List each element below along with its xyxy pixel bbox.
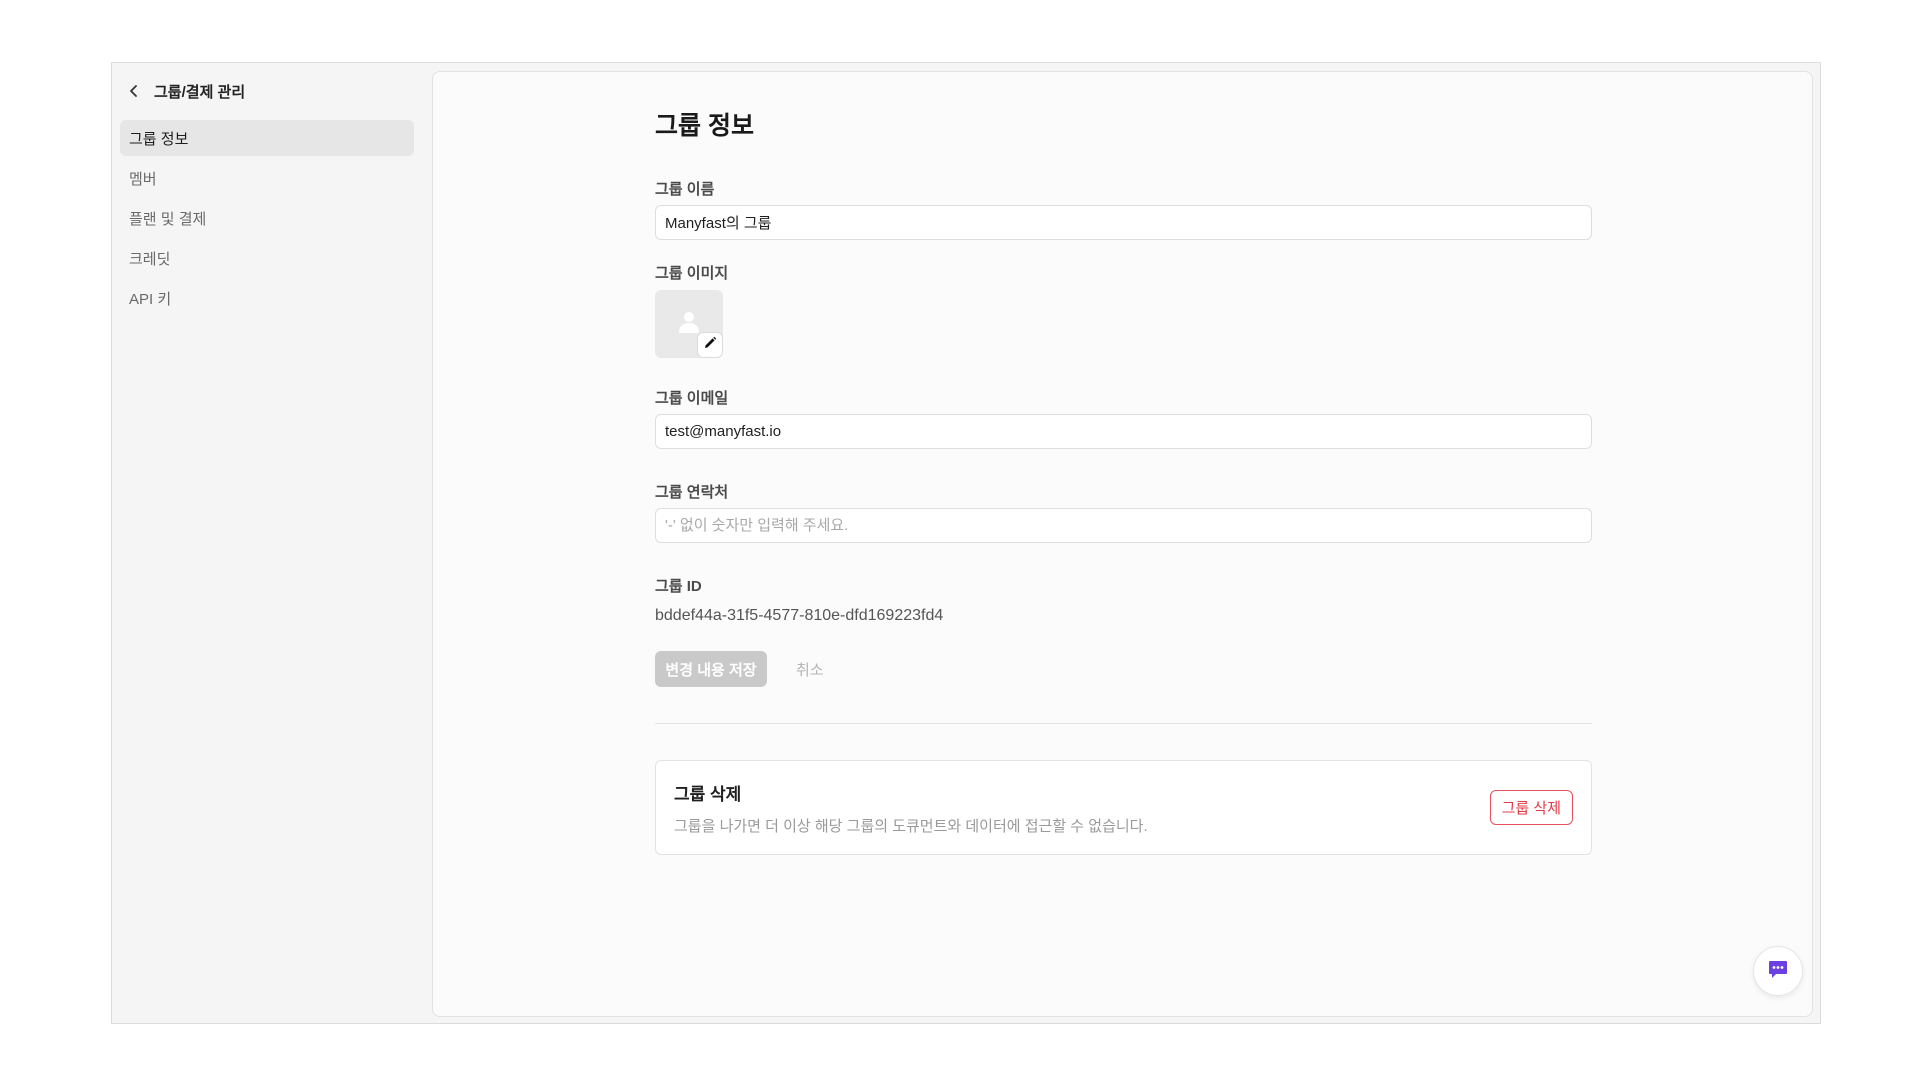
person-icon (678, 310, 700, 339)
pencil-icon (703, 336, 717, 355)
group-contact-input[interactable] (655, 508, 1592, 543)
chevron-left-icon[interactable] (122, 79, 146, 103)
section-divider (655, 723, 1592, 724)
group-email-input[interactable] (655, 414, 1592, 449)
sidebar-nav: 그룹 정보 멤버 플랜 및 결제 크레딧 API 키 (120, 120, 414, 320)
app-window: 그룹/결제 관리 그룹 정보 멤버 플랜 및 결제 크레딧 API 키 그룹 정… (111, 62, 1821, 1024)
main-panel: 그룹 정보 그룹 이름 그룹 이미지 (432, 71, 1813, 1017)
chat-bubble-icon (1767, 958, 1789, 985)
sidebar-item-plan-billing[interactable]: 플랜 및 결제 (120, 200, 414, 236)
group-email-label: 그룹 이메일 (655, 390, 729, 407)
group-id-value: bddef44a-31f5-4577-810e-dfd169223fd4 (655, 607, 944, 624)
page-title: 그룹 정보 (655, 112, 754, 140)
group-image-uploader (655, 290, 723, 358)
sidebar-item-api-key[interactable]: API 키 (120, 280, 414, 316)
cancel-button[interactable]: 취소 (790, 651, 830, 687)
save-changes-button[interactable]: 변경 내용 저장 (655, 651, 767, 687)
group-contact-label: 그룹 연락처 (655, 484, 729, 501)
group-name-input[interactable] (655, 205, 1592, 240)
group-name-label: 그룹 이름 (655, 181, 715, 198)
sidebar-item-members[interactable]: 멤버 (120, 160, 414, 196)
chat-widget-button[interactable] (1753, 946, 1803, 996)
back-to-settings-link[interactable]: 그룹/결제 관리 (122, 77, 245, 105)
sidebar: 그룹/결제 관리 그룹 정보 멤버 플랜 및 결제 크레딧 API 키 (112, 63, 432, 1023)
group-id-label: 그룹 ID (655, 578, 702, 595)
edit-image-button[interactable] (697, 332, 723, 358)
sidebar-title: 그룹/결제 관리 (154, 83, 246, 101)
group-image-label: 그룹 이미지 (655, 265, 729, 282)
delete-group-title: 그룹 삭제 (674, 785, 742, 804)
sidebar-item-credits[interactable]: 크레딧 (120, 240, 414, 276)
delete-group-button[interactable]: 그룹 삭제 (1489, 790, 1573, 825)
sidebar-item-group-info[interactable]: 그룹 정보 (120, 120, 414, 156)
delete-group-card: 그룹 삭제 그룹을 나가면 더 이상 해당 그룹의 도큐먼트와 데이터에 접근할… (655, 760, 1592, 855)
delete-group-description: 그룹을 나가면 더 이상 해당 그룹의 도큐먼트와 데이터에 접근할 수 없습니… (674, 818, 1148, 835)
